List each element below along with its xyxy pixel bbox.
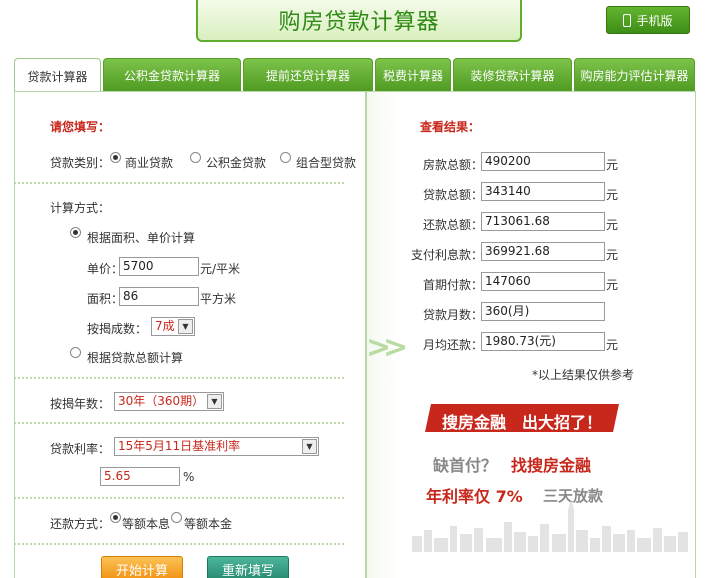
result-down-payment: 147060: [481, 272, 605, 291]
loan-type-commercial-label: 商业贷款: [125, 156, 174, 170]
years-value: 30年（360期）: [118, 394, 205, 408]
rate-value-input[interactable]: 5.65: [100, 467, 180, 486]
chevron-down-icon: ▼: [207, 394, 222, 409]
result-unit: 元: [606, 188, 619, 202]
radio-fund-loan[interactable]: [190, 152, 201, 163]
calc-method-label: 计算方式：: [50, 201, 111, 215]
unit-price-input[interactable]: 5700: [119, 257, 199, 276]
result-loan-months: 360(月): [481, 302, 605, 321]
ad-line1-red: 找搜房金融: [511, 456, 592, 475]
chevron-down-icon: ▼: [302, 439, 317, 454]
method-area-price-label: 根据面积、单价计算: [87, 231, 196, 245]
method-total-label: 根据贷款总额计算: [87, 351, 184, 365]
start-calculation-button[interactable]: 开始计算: [101, 556, 183, 578]
result-interest: 369921.68: [481, 242, 605, 261]
rate-label: 贷款利率：: [50, 442, 111, 456]
tab-affordability-calculator[interactable]: 购房能力评估计算器: [574, 58, 695, 92]
chevron-down-icon: ▼: [178, 319, 193, 334]
radio-equal-principal[interactable]: [171, 512, 182, 523]
reset-form-button[interactable]: 重新填写: [207, 556, 289, 578]
years-label: 按揭年数：: [50, 397, 111, 411]
loan-type-fund-label: 公积金贷款: [206, 156, 267, 170]
result-house-total: 490200: [481, 152, 605, 171]
loan-type-label: 贷款类别：: [50, 156, 111, 170]
mortgage-ratio-value: 7成: [155, 319, 175, 333]
radio-method-area-price[interactable]: [70, 227, 81, 238]
result-unit: 元: [606, 218, 619, 232]
city-skyline-icon: [412, 500, 688, 552]
result-label-loan-months: 贷款月数：: [423, 308, 484, 322]
result-label-down-payment: 首期付款：: [423, 278, 484, 292]
results-disclaimer: *以上结果仅供参考: [532, 368, 635, 382]
result-loan-total: 343140: [481, 182, 605, 201]
radio-equal-installment[interactable]: [110, 512, 121, 523]
mortgage-ratio-label: 按揭成数：: [87, 322, 148, 336]
result-monthly-payment: 1980.73(元): [481, 332, 605, 351]
results-heading: 查看结果：: [420, 120, 481, 134]
result-repay-total: 713061.68: [481, 212, 605, 231]
equal-principal-label: 等额本金: [184, 517, 233, 531]
result-unit: 元: [606, 278, 619, 292]
rate-percent-unit: %: [183, 470, 195, 484]
divider: [14, 422, 344, 424]
equal-installment-label: 等额本息: [122, 517, 171, 531]
ad-slogan: 搜房金融 出大招了！: [442, 413, 603, 432]
area-unit: 平方米: [200, 292, 237, 306]
area-input[interactable]: 86: [119, 287, 199, 306]
unit-price-unit: 元/平米: [200, 262, 241, 276]
phone-icon: [623, 13, 632, 27]
radio-combined-loan[interactable]: [280, 152, 291, 163]
result-unit: 元: [606, 248, 619, 262]
tab-tax-calculator[interactable]: 税费计算器: [375, 58, 451, 92]
divider: [14, 182, 344, 184]
page-title-box: 购房贷款计算器: [196, 0, 522, 42]
form-heading: 请您填写：: [50, 120, 111, 134]
tab-loan-calculator[interactable]: 贷款计算器: [14, 58, 101, 94]
result-unit: 元: [606, 338, 619, 352]
result-label-monthly-payment: 月均还款：: [423, 338, 484, 352]
result-unit: 元: [606, 158, 619, 172]
divider: [14, 543, 344, 545]
radio-method-total[interactable]: [70, 347, 81, 358]
tab-prepayment-calculator[interactable]: 提前还贷计算器: [243, 58, 373, 92]
tab-renovation-loan-calculator[interactable]: 装修贷款计算器: [453, 58, 572, 92]
double-chevron-right-icon: >>: [366, 330, 408, 365]
ad-line1-gray: 缺首付？: [433, 456, 498, 475]
radio-commercial-loan[interactable]: [110, 152, 121, 163]
years-select[interactable]: 30年（360期） ▼: [114, 392, 224, 411]
rate-option-value: 15年5月11日基准利率: [118, 439, 241, 453]
loan-type-combined-label: 组合型贷款: [296, 156, 357, 170]
result-label-loan-total: 贷款总额：: [423, 188, 484, 202]
result-label-interest: 支付利息款：: [411, 248, 484, 262]
divider: [14, 497, 344, 499]
mobile-version-label: 手机版: [636, 13, 673, 28]
divider: [14, 377, 344, 379]
mobile-version-button[interactable]: 手机版: [606, 6, 690, 34]
unit-price-label: 单价：: [87, 262, 124, 276]
page-title: 购房贷款计算器: [278, 10, 440, 35]
rate-select[interactable]: 15年5月11日基准利率 ▼: [114, 437, 319, 456]
area-label: 面积：: [87, 292, 124, 306]
mortgage-ratio-select[interactable]: 7成 ▼: [151, 317, 195, 336]
tab-fund-loan-calculator[interactable]: 公积金贷款计算器: [103, 58, 241, 92]
result-label-house-total: 房款总额：: [423, 158, 484, 172]
repay-method-label: 还款方式：: [50, 517, 111, 531]
result-label-repay-total: 还款总额：: [423, 218, 484, 232]
